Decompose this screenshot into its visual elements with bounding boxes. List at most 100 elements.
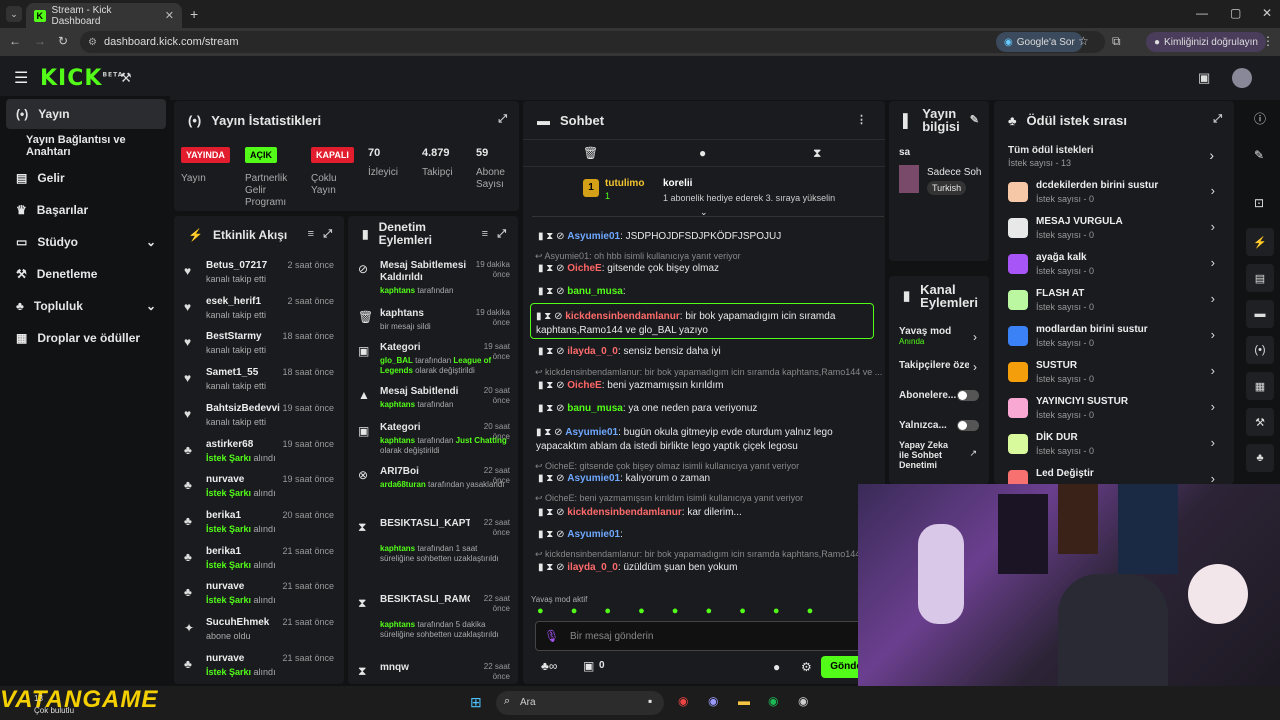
- mic-icon[interactable]: 🎙: [544, 629, 559, 643]
- chevron-right-icon[interactable]: ›: [1211, 399, 1215, 414]
- chat-username[interactable]: OicheE: [567, 263, 601, 274]
- activity-row[interactable]: ✦ SucuhEhmek abone oldu 21 saat önce: [174, 613, 344, 649]
- reward-item[interactable]: DİK DUR İstek sayısı - 0 ›: [1000, 430, 1225, 462]
- ban-icon[interactable]: ⊘: [556, 403, 567, 414]
- community-icon[interactable]: ♣∞: [541, 659, 557, 673]
- url-bar[interactable]: ⚙ dashboard.kick.com/stream: [80, 31, 1105, 53]
- obs-icon[interactable]: ◉: [798, 694, 808, 708]
- sidebar-item-denetleme[interactable]: ⚒ Denetleme: [6, 259, 166, 289]
- trash-icon[interactable]: 🗑: [583, 146, 598, 160]
- activity-row[interactable]: ♥ Samet1_55 kanalı takip etti 18 saat önce: [174, 363, 344, 399]
- sidebar-item-stream-key[interactable]: Yayın Bağlantısı ve Anahtarı: [6, 131, 166, 161]
- wrench-icon[interactable]: ⚒: [1246, 408, 1274, 436]
- window-close-icon[interactable]: ✕: [1262, 6, 1272, 20]
- broadcast-icon[interactable]: (•): [1246, 336, 1274, 364]
- bookmark-icon[interactable]: ☆: [1078, 34, 1089, 48]
- ban-icon[interactable]: ⊘: [556, 263, 567, 274]
- hourglass-icon[interactable]: ⧗: [546, 507, 556, 518]
- spotify-icon[interactable]: ◉: [768, 694, 778, 708]
- chat-username[interactable]: ilayda_0_0: [567, 346, 618, 357]
- identity-button[interactable]: ● Kimliğinizi doğrulayın: [1146, 32, 1266, 52]
- chat-message[interactable]: ▮ ⧗ ⊘ OicheE: beni yazmamışsın kırıldım: [538, 380, 723, 391]
- bolt-icon[interactable]: ⚡: [1246, 228, 1274, 256]
- filter-icon[interactable]: ≡: [308, 228, 314, 240]
- hourglass-icon[interactable]: ⧗: [813, 146, 821, 161]
- followers-only-action[interactable]: Takipçilere öze: [899, 360, 969, 371]
- discord-icon[interactable]: ◉: [708, 694, 718, 708]
- reward-item[interactable]: MESAJ VURGULA İstek sayısı - 0 ›: [1000, 214, 1225, 246]
- activity-row[interactable]: ♣ berika1 İstek Şarkı alındı 21 saat önce: [174, 542, 344, 578]
- emoji-icon[interactable]: ●: [773, 660, 780, 674]
- task-view-icon[interactable]: ▪: [648, 694, 652, 708]
- chat-message[interactable]: ▮ ⧗ ⊘ Asyumie01:: [538, 529, 623, 540]
- edit-icon[interactable]: ✎: [1254, 148, 1264, 162]
- sidebar-item-droplar[interactable]: ▦ Droplar ve ödüller: [6, 323, 166, 353]
- activity-row[interactable]: ♥ BestStarmy kanalı takip etti 18 saat önce: [174, 327, 344, 363]
- chevron-right-icon[interactable]: ›: [1211, 327, 1215, 342]
- chat-message[interactable]: ▮ ⧗ ⊘ Asyumie01: kalıyorum o zaman: [538, 473, 710, 484]
- chat-username[interactable]: Asyumie01: [567, 231, 620, 242]
- slow-mode-action[interactable]: Yavaş mod Anında: [899, 326, 951, 346]
- chat-message[interactable]: ▮ ⧗ ⊘ Asyumie01: JSDPHOJDFSDJPKÖDFJSPOJU…: [538, 231, 781, 242]
- chat-message[interactable]: ▮ ⧗ ⊘ banu_musa: ya one neden para veriy…: [538, 403, 757, 414]
- chat-message[interactable]: ▮ ⧗ ⊘ banu_musa:: [538, 286, 626, 297]
- chevron-right-icon[interactable]: ›: [1209, 147, 1214, 163]
- ban-icon[interactable]: ⊘: [556, 562, 567, 573]
- chevron-right-icon[interactable]: ›: [1211, 435, 1215, 450]
- browser-menu-icon[interactable]: ⋮: [1262, 34, 1274, 48]
- expand-icon[interactable]: ⤢: [498, 113, 507, 126]
- reward-item[interactable]: FLASH AT İstek sayısı - 0 ›: [1000, 286, 1225, 318]
- hourglass-icon[interactable]: ⧗: [546, 286, 556, 297]
- chat-username[interactable]: banu_musa: [567, 286, 623, 297]
- subs-only-toggle[interactable]: [957, 390, 979, 401]
- chat-username[interactable]: Asyumie01: [567, 473, 620, 484]
- reward-item[interactable]: modlardan birini sustur İstek sayısı - 0 ›: [1000, 322, 1225, 354]
- chat-username[interactable]: ilayda_0_0: [567, 562, 618, 573]
- edit-icon[interactable]: ✎: [970, 113, 979, 126]
- avatar[interactable]: [1232, 68, 1252, 88]
- wrench-icon[interactable]: ⚒: [120, 70, 132, 86]
- hourglass-icon[interactable]: ⧗: [546, 380, 556, 391]
- chevron-right-icon[interactable]: ›: [1211, 219, 1215, 234]
- activity-row[interactable]: ♣ nurvave İstek Şarkı alındı 21 saat önce: [174, 649, 344, 684]
- community-icon[interactable]: ♣: [1246, 444, 1274, 472]
- chevron-right-icon[interactable]: ›: [1211, 255, 1215, 270]
- activity-row[interactable]: ♣ nurvave İstek Şarkı alındı 19 saat önce: [174, 470, 344, 506]
- ban-icon[interactable]: ⊘: [556, 231, 567, 242]
- chat-message[interactable]: ▮ ⧗ ⊘ OicheE: gitsende çok bişey olmaz: [538, 263, 719, 274]
- ban-icon[interactable]: ⊘: [556, 380, 567, 391]
- emote-icons[interactable]: ● ● ● ● ● ● ● ● ●: [537, 605, 825, 617]
- chat-message[interactable]: ▮ ⧗ ⊘ Asyumie01: bugün okula gitmeyip ev…: [536, 426, 866, 454]
- site-info-icon[interactable]: ⚙: [88, 37, 97, 48]
- kick-logo[interactable]: KICKBETA: [40, 66, 123, 91]
- emote-only-toggle[interactable]: [957, 420, 979, 431]
- all-rewards-item[interactable]: Tüm ödül istekleri İstek sayısı - 13: [1008, 145, 1094, 168]
- activity-row[interactable]: ♣ berika1 İstek Şarkı alındı 20 saat önce: [174, 506, 344, 542]
- tab-search-icon[interactable]: ⌄: [6, 6, 22, 22]
- new-tab-icon[interactable]: +: [190, 6, 198, 22]
- reward-item[interactable]: YAYINCIYI SUSTUR İstek sayısı - 0 ›: [1000, 394, 1225, 426]
- filter-icon[interactable]: ≡: [482, 228, 488, 240]
- extensions-icon[interactable]: ⧉: [1112, 34, 1121, 49]
- expand-icon[interactable]: ⤢: [1213, 113, 1222, 126]
- activity-row[interactable]: ♥ Betus_07217 kanalı takip etti 2 saat önce: [174, 256, 344, 292]
- hourglass-icon[interactable]: ⧗: [546, 403, 556, 414]
- hourglass-icon[interactable]: ⧗: [546, 529, 556, 540]
- chat-username[interactable]: banu_musa: [567, 403, 623, 414]
- expand-icon[interactable]: ⤢: [497, 228, 506, 241]
- minimize-icon[interactable]: —: [1196, 6, 1208, 20]
- chevron-right-icon[interactable]: ›: [1211, 183, 1215, 198]
- emote-bar[interactable]: ● ● ● ● ● ● ● ● ●: [537, 603, 867, 619]
- reward-item[interactable]: ayağa kalk İstek sayısı - 0 ›: [1000, 250, 1225, 282]
- sidebar-item-studyo[interactable]: ▭ Stüdyo ⌄: [6, 227, 166, 257]
- ai-moderation-action[interactable]: Yapay Zeka ile Sohbet Denetimi: [899, 440, 959, 470]
- forward-icon[interactable]: →: [34, 34, 46, 48]
- reward-item[interactable]: dcdekilerden birini sustur İstek sayısı -…: [1000, 178, 1225, 210]
- chevron-right-icon[interactable]: ›: [973, 330, 977, 344]
- activity-row[interactable]: ♣ astirker68 İstek Şarkı alındı 19 saat önc…: [174, 435, 344, 471]
- chat-message[interactable]: ▮ ⧗ ⊘ ilayda_0_0: üzüldüm şuan ben yokum: [538, 562, 737, 573]
- hamburger-menu-icon[interactable]: ☰: [14, 68, 28, 88]
- clipboard-icon[interactable]: ▤: [1246, 264, 1274, 292]
- chat-username[interactable]: kickdensinbendamlanur: [567, 507, 681, 518]
- taskbar-search[interactable]: ⌕ Ara: [496, 691, 664, 715]
